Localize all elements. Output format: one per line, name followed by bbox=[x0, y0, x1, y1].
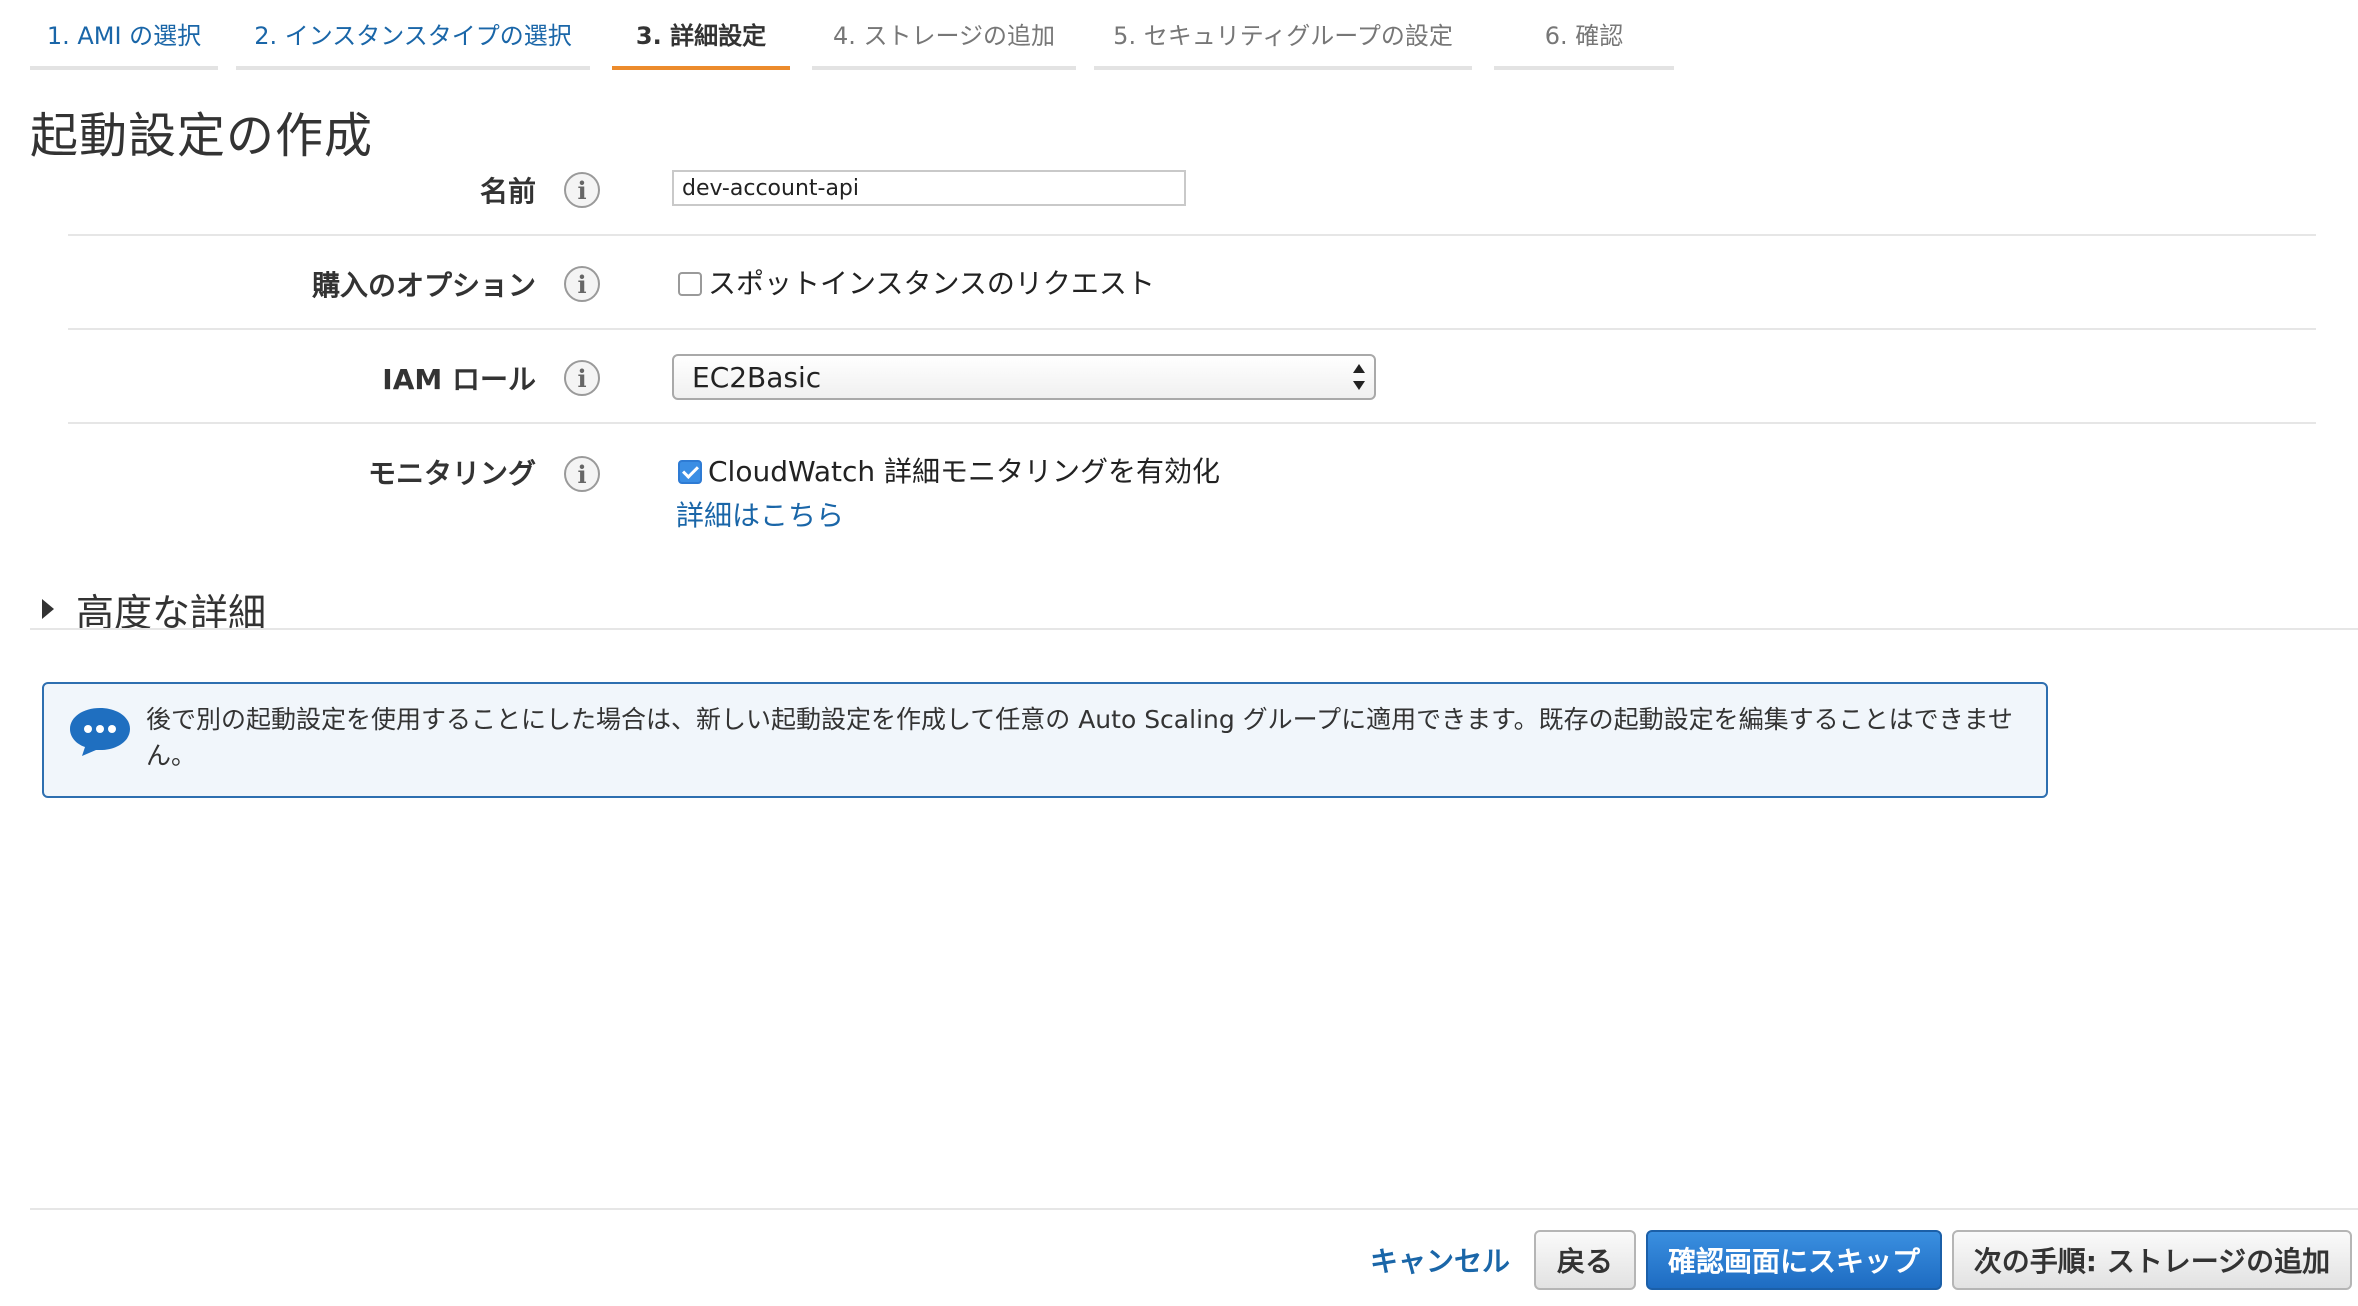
row-divider bbox=[68, 422, 2316, 424]
iam-role-label: IAM ロール bbox=[382, 363, 536, 396]
purchase-option-info-icon[interactable]: i bbox=[564, 266, 600, 302]
purchase-option-label: 購入のオプション bbox=[311, 269, 536, 302]
iam-role-select[interactable]: EC2Basic bbox=[672, 354, 1376, 400]
chat-bubble-icon bbox=[70, 708, 130, 756]
spot-instance-checkbox-label[interactable]: スポットインスタンスのリクエスト bbox=[708, 262, 1155, 302]
page-title: 起動設定の作成 bbox=[30, 108, 374, 164]
learn-more-link[interactable]: 詳細はこちら bbox=[676, 494, 844, 534]
tab-choose-instance-type[interactable]: 2. インスタンスタイプの選択 bbox=[236, 0, 590, 70]
cancel-button[interactable]: キャンセル bbox=[1360, 1230, 1520, 1290]
caret-right-icon bbox=[42, 599, 54, 619]
footer-divider bbox=[30, 1208, 2358, 1210]
skip-to-review-button[interactable]: 確認画面にスキップ bbox=[1646, 1230, 1942, 1290]
notice-box: 後で別の起動設定を使用することにした場合は、新しい起動設定を作成して任意の Au… bbox=[42, 682, 2048, 798]
row-divider bbox=[68, 328, 2316, 330]
launch-configuration-page: 1. AMI の選択 2. インスタンスタイプの選択 3. 詳細設定 4. スト… bbox=[0, 0, 2358, 1306]
back-button[interactable]: 戻る bbox=[1534, 1230, 1636, 1290]
monitoring-label: モニタリング bbox=[367, 457, 536, 490]
row-divider bbox=[68, 234, 2316, 236]
monitoring-info-icon[interactable]: i bbox=[564, 456, 600, 492]
iam-role-info-icon[interactable]: i bbox=[564, 360, 600, 396]
iam-role-selected-value: EC2Basic bbox=[692, 360, 822, 394]
name-info-icon[interactable]: i bbox=[564, 172, 600, 208]
name-label: 名前 bbox=[479, 175, 536, 208]
cloudwatch-monitoring-checkbox-label[interactable]: CloudWatch 詳細モニタリングを有効化 bbox=[708, 450, 1220, 490]
tab-configure-details[interactable]: 3. 詳細設定 bbox=[612, 0, 790, 70]
advanced-details-toggle[interactable]: 高度な詳細 bbox=[30, 584, 290, 635]
tab-choose-ami[interactable]: 1. AMI の選択 bbox=[30, 0, 218, 70]
tab-review[interactable]: 6. 確認 bbox=[1494, 0, 1674, 70]
cloudwatch-monitoring-checkbox[interactable] bbox=[678, 460, 702, 484]
next-add-storage-button[interactable]: 次の手順: ストレージの追加 bbox=[1952, 1230, 2352, 1290]
notice-text: 後で別の起動設定を使用することにした場合は、新しい起動設定を作成して任意の Au… bbox=[146, 705, 2013, 770]
name-input[interactable] bbox=[672, 170, 1186, 206]
select-arrows-icon bbox=[1352, 364, 1366, 390]
advanced-divider bbox=[30, 628, 2358, 630]
tab-add-storage[interactable]: 4. ストレージの追加 bbox=[812, 0, 1076, 70]
spot-instance-checkbox[interactable] bbox=[678, 272, 702, 296]
tab-configure-security-group[interactable]: 5. セキュリティグループの設定 bbox=[1094, 0, 1472, 70]
